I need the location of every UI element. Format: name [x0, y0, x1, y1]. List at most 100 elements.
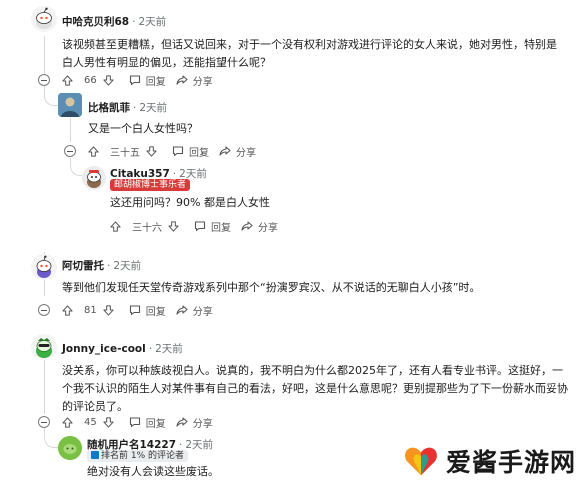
upvote-icon[interactable] — [62, 304, 73, 316]
thread-line — [70, 118, 71, 142]
share-button[interactable]: 分享 — [176, 415, 213, 430]
vote-group: 66 — [62, 75, 119, 86]
reply-label: 回复 — [189, 147, 209, 159]
share-button[interactable]: 分享 — [176, 73, 213, 88]
collapse-thread-button[interactable] — [64, 145, 76, 157]
comment-actions: 81 回复 分享 — [62, 301, 223, 319]
reply-label: 回复 — [145, 306, 166, 318]
comment-body: 绝对没有人会读这些废话。 — [87, 465, 219, 478]
timestamp: 2天前 — [139, 102, 168, 114]
username[interactable]: Jonny_ice-cool — [62, 343, 146, 355]
comment-bubble-icon — [129, 305, 140, 316]
comment-bubble-icon — [129, 75, 140, 86]
reply-button[interactable]: 回复 — [129, 73, 166, 88]
comment-body: 该视频甚至更糟糕，但话又说回来，对于一个没有权利对游戏进行评论的女人来说，她对男… — [62, 38, 557, 69]
share-arrow-icon — [241, 221, 253, 231]
share-label: 分享 — [236, 147, 256, 159]
comment-header: 中哈克贝利68 · 2天前 — [62, 16, 167, 28]
avatar[interactable] — [31, 334, 57, 360]
share-arrow-icon — [176, 417, 188, 427]
vote-count: 三十六 — [132, 222, 162, 234]
comment-actions: 三十五 回复 分享 — [88, 142, 266, 160]
reply-button[interactable]: 回复 — [194, 219, 231, 234]
vote-group: 三十六 — [110, 219, 184, 234]
share-arrow-icon — [176, 305, 188, 315]
comment-bubble-icon — [172, 146, 184, 157]
upvote-icon[interactable] — [88, 145, 99, 157]
vote-group: 45 — [62, 417, 119, 428]
username[interactable]: 比格凯菲 — [88, 102, 130, 114]
username[interactable]: 阿切雷托 — [62, 260, 104, 272]
reply-button[interactable]: 回复 — [129, 303, 166, 318]
timestamp: 2天前 — [185, 439, 214, 451]
vote-group: 三十五 — [88, 144, 162, 159]
upvote-icon[interactable] — [110, 220, 121, 232]
timestamp: 2天前 — [113, 260, 142, 272]
downvote-icon[interactable] — [103, 416, 114, 428]
comment-header: Jonny_ice-cool · 2天前 — [62, 343, 183, 355]
thread-line — [44, 36, 45, 74]
comment-body: 等到他们发现任天堂传奇游戏系列中那个“扮演罗宾汉、从不说话的无聊白人小孩”时。 — [62, 281, 481, 294]
vote-count: 81 — [84, 304, 97, 316]
comment-actions: 66 回复 分享 — [62, 71, 223, 89]
heart-logo-icon — [405, 447, 437, 476]
share-label: 分享 — [192, 418, 213, 430]
vote-group: 81 — [62, 305, 119, 316]
user-flair-text: 排名前 1% 的评论者 — [101, 451, 184, 461]
default-avatar-icon — [58, 436, 82, 460]
username[interactable]: 中哈克贝利68 — [62, 16, 129, 28]
comment-header: 比格凯菲 · 2天前 — [88, 102, 168, 114]
share-label: 分享 — [192, 76, 213, 88]
collapse-thread-button[interactable] — [38, 74, 50, 86]
user-flair: 邮胡椒博士事乐者 — [110, 179, 191, 191]
avatar[interactable] — [82, 166, 106, 190]
vote-count: 45 — [84, 416, 97, 428]
comment-body: 这还用问吗？90% 都是白人女性 — [110, 196, 270, 209]
comment-actions: 45 回复 分享 — [62, 413, 223, 431]
comment-body: 又是一个白人女性吗？ — [88, 122, 198, 135]
reply-label: 回复 — [145, 418, 166, 430]
vote-count: 三十五 — [110, 147, 140, 159]
thread-line — [44, 360, 45, 414]
comment-bubble-icon — [194, 221, 206, 232]
user-flair: 排名前 1% 的评论者 — [87, 450, 188, 462]
comment-actions: 三十六 回复 分享 — [110, 217, 288, 235]
comment-body: 没关系，你可以种族歧视白人。说真的，我不明白为什么都2025年了，还有人看专业书… — [62, 364, 568, 413]
snoo-avatar-icon — [36, 255, 52, 278]
user-photo-icon — [58, 93, 82, 117]
reply-label: 回复 — [211, 222, 231, 234]
collapse-thread-button[interactable] — [38, 416, 50, 428]
downvote-icon[interactable] — [103, 304, 114, 316]
watermark-text: 爱酱手游网 — [445, 448, 576, 477]
share-button[interactable]: 分享 — [241, 219, 278, 234]
avatar[interactable] — [31, 254, 57, 280]
site-watermark: 爱酱手游网 — [402, 442, 576, 480]
share-label: 分享 — [192, 306, 213, 318]
comment-header: 阿切雷托 · 2天前 — [62, 260, 142, 272]
share-button[interactable]: 分享 — [176, 303, 213, 318]
downvote-icon[interactable] — [146, 145, 157, 157]
share-arrow-icon — [219, 146, 231, 156]
upvote-icon[interactable] — [62, 74, 73, 86]
avatar[interactable] — [58, 436, 82, 460]
share-arrow-icon — [176, 75, 188, 85]
share-button[interactable]: 分享 — [219, 144, 256, 159]
reply-button[interactable]: 回复 — [129, 415, 166, 430]
timestamp: 2天前 — [155, 343, 183, 355]
collapse-thread-button[interactable] — [38, 304, 50, 316]
reply-button[interactable]: 回复 — [172, 144, 209, 159]
snoo-avatar-icon — [36, 338, 52, 358]
ranking-badge-icon — [91, 451, 99, 459]
upvote-icon[interactable] — [62, 416, 73, 428]
timestamp: 2天前 — [138, 16, 167, 28]
downvote-icon[interactable] — [103, 74, 114, 86]
comment-bubble-icon — [129, 417, 140, 428]
reply-label: 回复 — [145, 76, 166, 88]
downvote-icon[interactable] — [168, 220, 179, 232]
snoo-avatar-icon — [36, 7, 52, 29]
share-label: 分享 — [258, 222, 278, 234]
avatar[interactable] — [58, 93, 82, 117]
vote-count: 66 — [84, 74, 97, 86]
avatar[interactable] — [31, 6, 57, 32]
snoo-avatar-icon — [87, 170, 101, 188]
